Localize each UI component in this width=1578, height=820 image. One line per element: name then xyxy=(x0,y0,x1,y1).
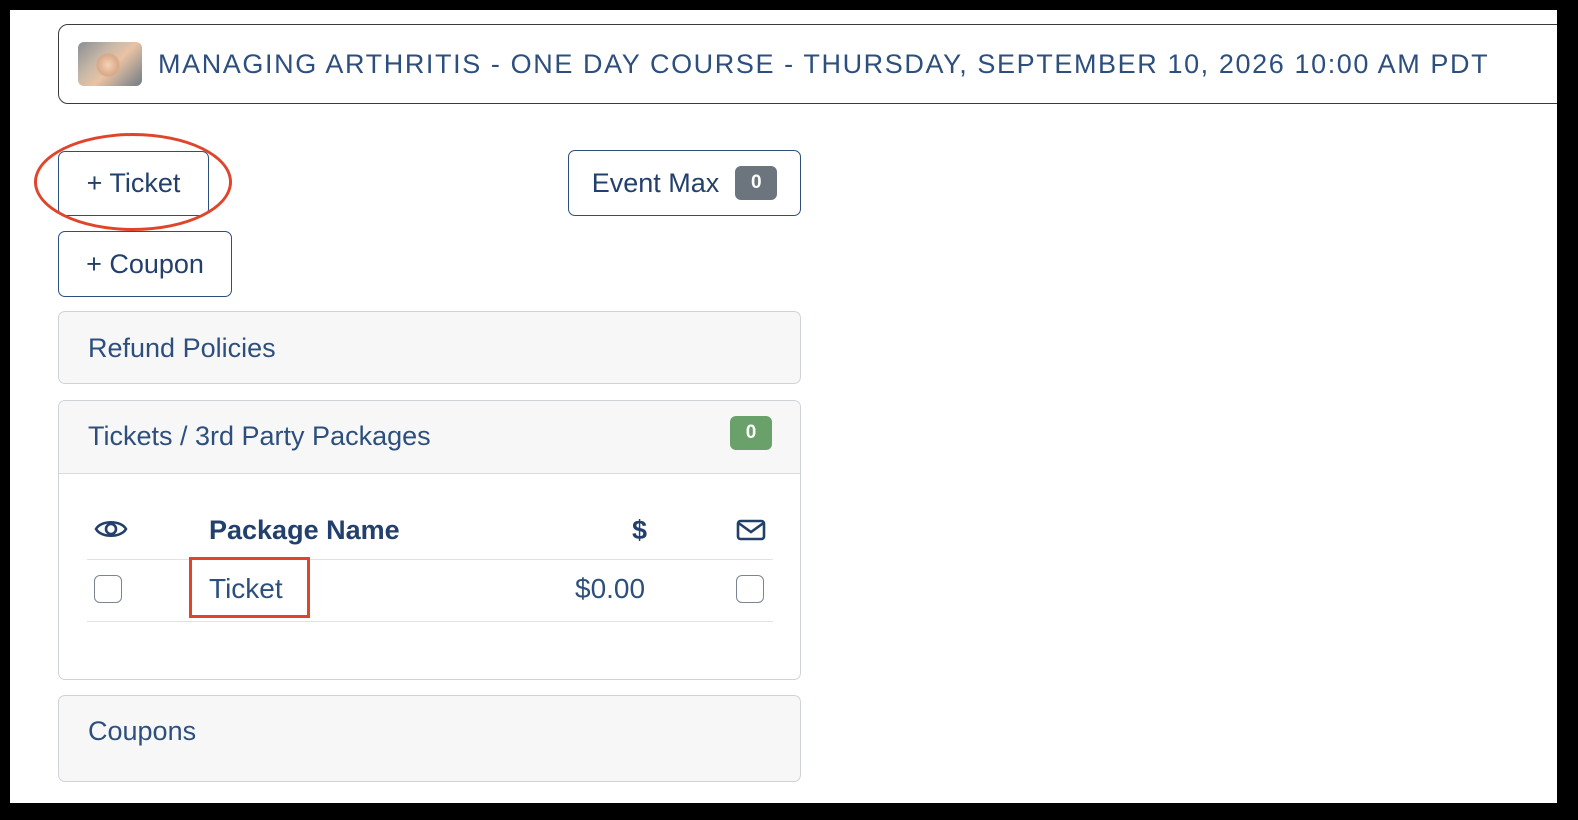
tickets-card-header[interactable]: Tickets / 3rd Party Packages 0 xyxy=(59,401,800,474)
refund-policies-title: Refund Policies xyxy=(88,333,276,363)
event-max-label: Event Max xyxy=(591,167,720,198)
coupons-title: Coupons xyxy=(88,716,197,746)
visible-checkbox[interactable] xyxy=(94,575,122,603)
column-price: $ xyxy=(632,515,648,545)
event-header: MANAGING ARTHRITIS - ONE DAY COURSE - TH… xyxy=(58,24,1557,104)
event-max-count-badge: 0 xyxy=(735,166,778,200)
email-checkbox[interactable] xyxy=(736,575,764,603)
tickets-title: Tickets / 3rd Party Packages xyxy=(88,421,431,451)
event-title: MANAGING ARTHRITIS - ONE DAY COURSE - TH… xyxy=(158,48,1490,79)
event-max-button[interactable]: Event Max 0 xyxy=(568,150,801,216)
refund-policies-card[interactable]: Refund Policies xyxy=(58,311,801,384)
eye-icon xyxy=(94,520,128,538)
tickets-count-badge: 0 xyxy=(730,416,772,450)
envelope-icon xyxy=(736,519,766,541)
coupons-card[interactable]: Coupons xyxy=(58,695,801,782)
package-name-link[interactable]: Ticket xyxy=(209,573,283,605)
table-divider xyxy=(87,621,773,622)
column-package-name: Package Name xyxy=(209,515,400,545)
add-ticket-button[interactable]: + Ticket xyxy=(58,151,209,216)
event-thumbnail xyxy=(78,42,142,86)
package-price: $0.00 xyxy=(575,573,646,604)
tickets-card: Tickets / 3rd Party Packages 0 Package N… xyxy=(58,400,801,680)
table-divider xyxy=(87,559,773,560)
page-canvas: MANAGING ARTHRITIS - ONE DAY COURSE - TH… xyxy=(10,10,1557,803)
add-coupon-button[interactable]: + Coupon xyxy=(58,231,232,297)
